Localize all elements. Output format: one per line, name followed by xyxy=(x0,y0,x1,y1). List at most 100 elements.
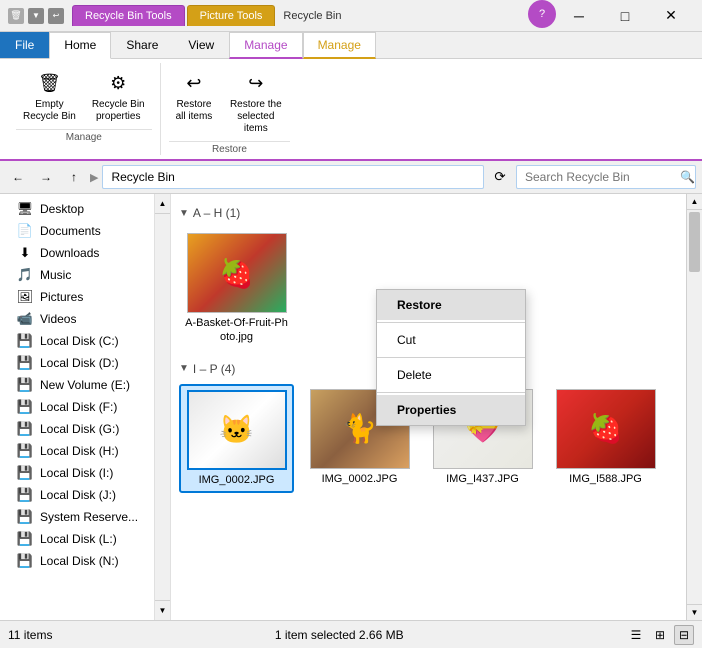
address-bar: ← → ↑ ▶ ⟳ 🔍 xyxy=(0,161,702,194)
disk-l-icon: 💾 xyxy=(16,531,34,547)
view-large-icon[interactable]: ⊟ xyxy=(674,625,694,645)
sidebar-item-videos[interactable]: 📹 Videos xyxy=(0,308,154,330)
sidebar-disk-e-label: New Volume (E:) xyxy=(40,378,130,392)
group-toggle-ah: ▼ xyxy=(179,208,189,219)
window-controls: ? ─ □ ✕ xyxy=(528,0,694,32)
disk-f-icon: 💾 xyxy=(16,399,34,415)
tab-manage-recycle[interactable]: Manage xyxy=(229,32,302,59)
file-name-heart: IMG_I437.JPG xyxy=(446,472,519,486)
sidebar-item-local-h[interactable]: 💾 Local Disk (H:) xyxy=(0,440,154,462)
ctx-properties[interactable]: Properties xyxy=(377,395,525,425)
tab-file[interactable]: File xyxy=(0,32,49,58)
sidebar-item-local-c[interactable]: 💾 Local Disk (C:) xyxy=(0,330,154,352)
file-scrollbar: ▲ ▼ xyxy=(686,194,702,620)
tab-view[interactable]: View xyxy=(173,32,229,58)
file-scroll-thumb[interactable] xyxy=(689,212,700,272)
documents-icon: 📄 xyxy=(16,223,34,239)
view-tiles-icon[interactable]: ⊞ xyxy=(650,625,670,645)
picture-tools-tab[interactable]: Picture Tools xyxy=(187,5,276,26)
group-label-ah: A – H (1) xyxy=(193,206,240,220)
empty-recycle-bin-button[interactable]: 🗑 EmptyRecycle Bin xyxy=(16,63,83,127)
disk-i-icon: 💾 xyxy=(16,465,34,481)
group-header-ah[interactable]: ▼ A – H (1) xyxy=(179,202,694,224)
ribbon-restore-buttons: ↩ Restoreall items ↪ Restore theselected… xyxy=(169,63,291,139)
status-right: ☰ ⊞ ⊟ xyxy=(626,625,694,645)
up-button[interactable]: ↑ xyxy=(62,165,86,189)
restore-selected-label: Restore theselected items xyxy=(228,99,283,135)
ctx-sep3 xyxy=(377,392,525,393)
sidebar-desktop-label: Desktop xyxy=(40,202,84,216)
properties-label: Recycle Binproperties xyxy=(92,99,145,123)
downloads-icon: ⬇ xyxy=(16,245,34,261)
disk-h-icon: 💾 xyxy=(16,443,34,459)
sidebar-item-music[interactable]: 🎵 Music xyxy=(0,264,154,286)
file-name-cat2: IMG_0002.JPG xyxy=(322,472,398,486)
disk-d-icon: 💾 xyxy=(16,355,34,371)
ribbon-manage-label: Manage xyxy=(16,129,152,143)
tab-share[interactable]: Share xyxy=(111,32,173,58)
tab-manage-picture[interactable]: Manage xyxy=(303,32,376,59)
sidebar-item-system-reserved[interactable]: 💾 System Reserve... xyxy=(0,506,154,528)
search-icon: 🔍 xyxy=(680,170,695,184)
ribbon-manage-buttons: 🗑 EmptyRecycle Bin ⚙ Recycle Binproperti… xyxy=(16,63,152,127)
address-input[interactable] xyxy=(102,165,484,189)
search-box: 🔍 xyxy=(516,165,696,189)
empty-recycle-icon: 🗑 xyxy=(33,67,65,99)
ctx-sep1 xyxy=(377,322,525,323)
restore-all-button[interactable]: ↩ Restoreall items xyxy=(169,63,220,139)
back-button[interactable]: ← xyxy=(6,165,30,189)
restore-selected-button[interactable]: ↪ Restore theselected items xyxy=(221,63,290,139)
sidebar-music-label: Music xyxy=(40,268,71,282)
sidebar-disk-l-label: Local Disk (L:) xyxy=(40,532,117,546)
view-details-icon[interactable]: ☰ xyxy=(626,625,646,645)
sidebar-scroll-down[interactable]: ▼ xyxy=(155,600,170,620)
group-label-ip: I – P (4) xyxy=(193,362,235,376)
sidebar-item-desktop[interactable]: 🖥 Desktop xyxy=(0,198,154,220)
sidebar-item-local-f[interactable]: 💾 Local Disk (F:) xyxy=(0,396,154,418)
ribbon-restore-label: Restore xyxy=(169,141,291,155)
disk-sys-icon: 💾 xyxy=(16,509,34,525)
recycle-properties-button[interactable]: ⚙ Recycle Binproperties xyxy=(85,63,152,127)
close-button[interactable]: ✕ xyxy=(648,0,694,32)
forward-button[interactable]: → xyxy=(34,165,58,189)
sidebar-pictures-label: Pictures xyxy=(40,290,83,304)
sidebar-item-pictures[interactable]: 🖼 Pictures xyxy=(0,286,154,308)
file-scroll-down-btn[interactable]: ▼ xyxy=(687,604,702,620)
sidebar-item-documents[interactable]: 📄 Documents xyxy=(0,220,154,242)
minimize-button[interactable]: ─ xyxy=(556,0,602,32)
desktop-icon: 🖥 xyxy=(16,201,34,217)
videos-icon: 📹 xyxy=(16,311,34,327)
tab-home[interactable]: Home xyxy=(49,32,111,59)
file-name-strawberry: IMG_I588.JPG xyxy=(569,472,642,486)
sidebar-item-local-e[interactable]: 💾 New Volume (E:) xyxy=(0,374,154,396)
file-item-cat1[interactable]: 🐱 IMG_0002.JPG xyxy=(179,384,294,493)
ctx-cut[interactable]: Cut xyxy=(377,325,525,355)
status-selection-info: 1 item selected 2.66 MB xyxy=(275,628,404,642)
sidebar-item-local-j[interactable]: 💾 Local Disk (J:) xyxy=(0,484,154,506)
help-button[interactable]: ? xyxy=(528,0,556,28)
sidebar-item-local-d[interactable]: 💾 Local Disk (D:) xyxy=(0,352,154,374)
ctx-delete[interactable]: Delete xyxy=(377,360,525,390)
disk-j-icon: 💾 xyxy=(16,487,34,503)
pictures-icon: 🖼 xyxy=(16,289,34,305)
sidebar-item-local-g[interactable]: 💾 Local Disk (G:) xyxy=(0,418,154,440)
file-scroll: ▼ A – H (1) 🍓 A-Basket-Of-Fruit-Photo.jp… xyxy=(171,194,702,620)
file-name-cat1: IMG_0002.JPG xyxy=(199,473,275,487)
refresh-button[interactable]: ⟳ xyxy=(488,165,512,189)
sidebar-videos-label: Videos xyxy=(40,312,76,326)
file-item-strawberry[interactable]: 🍓 IMG_I588.JPG xyxy=(548,384,663,493)
status-bar: 11 items 1 item selected 2.66 MB ☰ ⊞ ⊟ xyxy=(0,620,702,648)
sidebar-item-downloads[interactable]: ⬇ Downloads xyxy=(0,242,154,264)
disk-c-icon: 💾 xyxy=(16,333,34,349)
sidebar-item-local-n[interactable]: 💾 Local Disk (N:) xyxy=(0,550,154,572)
thumb-fruit: 🍓 xyxy=(187,233,287,313)
sidebar-scroll-up[interactable]: ▲ xyxy=(155,194,170,214)
file-scroll-up-btn[interactable]: ▲ xyxy=(687,194,702,210)
search-input[interactable] xyxy=(525,170,680,184)
recycle-bin-tools-tab[interactable]: Recycle Bin Tools xyxy=(72,5,185,26)
maximize-button[interactable]: □ xyxy=(602,0,648,32)
file-item-fruit[interactable]: 🍓 A-Basket-Of-Fruit-Photo.jpg xyxy=(179,228,294,350)
ctx-restore[interactable]: Restore xyxy=(377,290,525,320)
sidebar-item-local-l[interactable]: 💾 Local Disk (L:) xyxy=(0,528,154,550)
sidebar-item-local-i[interactable]: 💾 Local Disk (I:) xyxy=(0,462,154,484)
